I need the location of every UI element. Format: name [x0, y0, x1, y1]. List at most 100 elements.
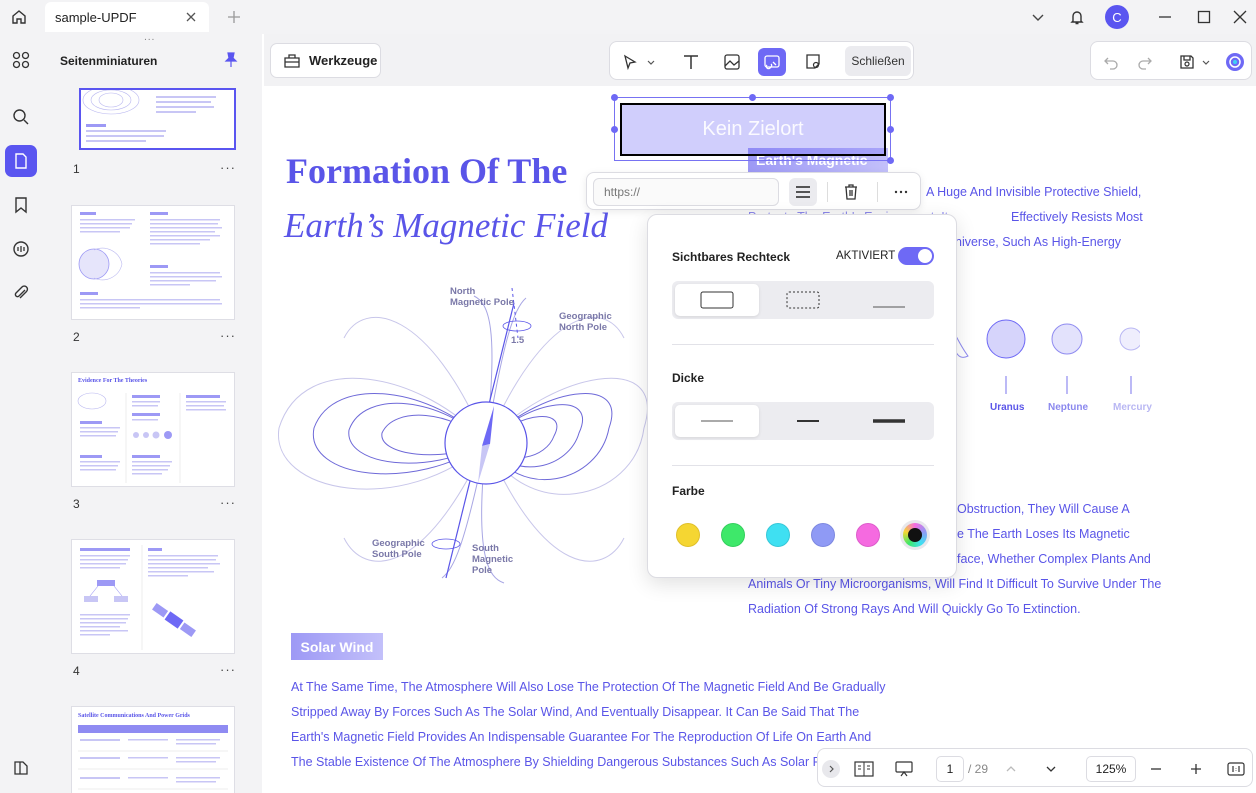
layers-icon[interactable] [5, 752, 37, 784]
visible-rect-toggle[interactable] [898, 247, 934, 265]
pin-icon[interactable] [222, 51, 240, 69]
actual-size-icon[interactable] [1225, 758, 1247, 780]
color-swatch-yellow[interactable] [676, 523, 700, 547]
label-south-magnetic-pole: South Magnetic Pole [472, 543, 514, 576]
chevron-down-icon[interactable] [642, 48, 660, 76]
document-tab[interactable]: sample-UPDF [45, 2, 209, 32]
planet-label-neptune: Neptune [1048, 402, 1088, 413]
page-number-input[interactable]: 1 [936, 756, 964, 782]
label-geographic-south-pole: Geographic South Pole [372, 538, 425, 560]
popover-divider [672, 344, 934, 345]
section-badge-solar-wind: Solar Wind [291, 633, 383, 660]
link-icon[interactable] [758, 48, 786, 76]
label-north-magnetic-pole: North Magnetic Pole [450, 286, 514, 308]
user-avatar[interactable]: C [1105, 5, 1129, 29]
label-angle: 1.5 [511, 335, 525, 346]
bell-icon[interactable] [1066, 6, 1088, 28]
resize-handle[interactable] [611, 94, 618, 101]
body-line: niverse, Such As High-Energy [955, 235, 1122, 249]
ai-assistant-icon[interactable] [1221, 48, 1249, 76]
apps-grid-icon[interactable] [5, 44, 37, 76]
color-swatch-cyan[interactable] [766, 523, 790, 547]
link-annotation-text: Kein Zielort [620, 103, 886, 156]
thumbnails-icon[interactable] [5, 145, 37, 177]
border-style-selector [672, 281, 934, 319]
resize-handle[interactable] [887, 157, 894, 164]
body-line: e The Earth Loses Its Magnetic [957, 527, 1130, 541]
attachment-icon[interactable] [5, 277, 37, 309]
thumbnail-more-icon[interactable]: ··· [220, 662, 236, 677]
sticky-note-icon[interactable] [799, 48, 827, 76]
zoom-out-icon[interactable] [1145, 758, 1167, 780]
thumbnail-more-icon[interactable]: ··· [220, 495, 236, 510]
drag-handle[interactable]: ∙∙∙ [144, 35, 164, 45]
resize-handle[interactable] [749, 94, 756, 101]
color-swatch-blue[interactable] [811, 523, 835, 547]
page-thumbnail-4[interactable] [71, 539, 235, 654]
minimize-icon[interactable] [1154, 6, 1176, 28]
close-icon[interactable] [183, 9, 199, 25]
bottom-navigation-bar: 1 / 29 125% [817, 748, 1253, 787]
page-thumbnail-2[interactable] [71, 205, 235, 320]
chevron-down-icon[interactable] [1197, 48, 1215, 76]
color-swatch-green[interactable] [721, 523, 745, 547]
thick-line-option[interactable] [847, 405, 931, 437]
cursor-icon[interactable] [616, 48, 644, 76]
thumbnail-page-number: 3 [73, 497, 80, 511]
color-swatch-pink[interactable] [856, 523, 880, 547]
properties-icon[interactable] [789, 178, 817, 206]
chevron-right-icon[interactable] [822, 760, 840, 778]
toolbar-divider [827, 182, 828, 202]
home-icon[interactable] [6, 5, 32, 29]
color-swatch-selected-ring[interactable] [900, 520, 930, 550]
body-line: Stripped Away By Forces Such As The Sola… [291, 705, 860, 719]
undo-icon[interactable] [1097, 48, 1125, 76]
chevron-down-icon[interactable] [1040, 758, 1062, 780]
link-annotation[interactable]: Kein Zielort [614, 97, 891, 161]
resize-handle[interactable] [887, 94, 894, 101]
underline-border-option[interactable] [847, 284, 931, 316]
edit-toolbar: Schließen [609, 41, 914, 80]
image-icon[interactable] [718, 48, 746, 76]
page-thumbnail-1[interactable] [79, 88, 236, 150]
more-icon[interactable] [887, 178, 915, 206]
thumbnails-title: Seitenminiaturen [60, 54, 158, 68]
thumbnails-panel: ∙∙∙ Seitenminiaturen 1 ··· 2 ··· Evidenc… [44, 34, 262, 793]
chevron-up-icon[interactable] [1000, 758, 1022, 780]
thumbnail-more-icon[interactable]: ··· [220, 328, 236, 343]
color-swatch-custom [903, 523, 927, 547]
page-layout-icon[interactable] [853, 758, 875, 780]
dashed-border-option[interactable] [761, 284, 845, 316]
popover-divider [672, 465, 934, 466]
redo-icon[interactable] [1131, 48, 1159, 76]
resize-handle[interactable] [611, 126, 618, 133]
text-icon[interactable] [677, 48, 705, 76]
bookmark-icon[interactable] [5, 189, 37, 221]
presentation-icon[interactable] [893, 758, 915, 780]
right-toolbar [1090, 41, 1252, 80]
close-edit-button[interactable]: Schließen [845, 46, 911, 76]
left-rail [0, 34, 44, 793]
search-icon[interactable] [5, 101, 37, 133]
page-thumbnail-5[interactable]: Satellite Communications And Power Grids [71, 706, 235, 793]
delete-icon[interactable] [837, 178, 865, 206]
add-tab-icon[interactable] [225, 8, 243, 26]
url-input[interactable]: https:// [593, 178, 779, 206]
chevron-down-icon[interactable] [1027, 6, 1049, 28]
zoom-level[interactable]: 125% [1086, 756, 1136, 782]
medium-line-option[interactable] [761, 405, 845, 437]
planets-graphic [953, 319, 1140, 359]
thin-line-option[interactable] [675, 405, 759, 437]
window-close-icon[interactable] [1229, 6, 1251, 28]
tools-button[interactable]: Werkzeuge [270, 43, 381, 78]
solid-border-option[interactable] [675, 284, 759, 316]
thumbnail-more-icon[interactable]: ··· [220, 160, 236, 175]
toolbox-icon [283, 52, 301, 70]
properties-popover: Sichtbares Rechteck AKTIVIERT Dicke Farb… [647, 214, 957, 578]
comments-icon[interactable] [5, 233, 37, 265]
resize-handle[interactable] [887, 126, 894, 133]
maximize-icon[interactable] [1193, 6, 1215, 28]
page-thumbnail-3[interactable]: Evidence For The Theories [71, 372, 235, 487]
zoom-in-icon[interactable] [1185, 758, 1207, 780]
body-line: Earth's Magnetic Field Provides An Indis… [291, 730, 872, 744]
